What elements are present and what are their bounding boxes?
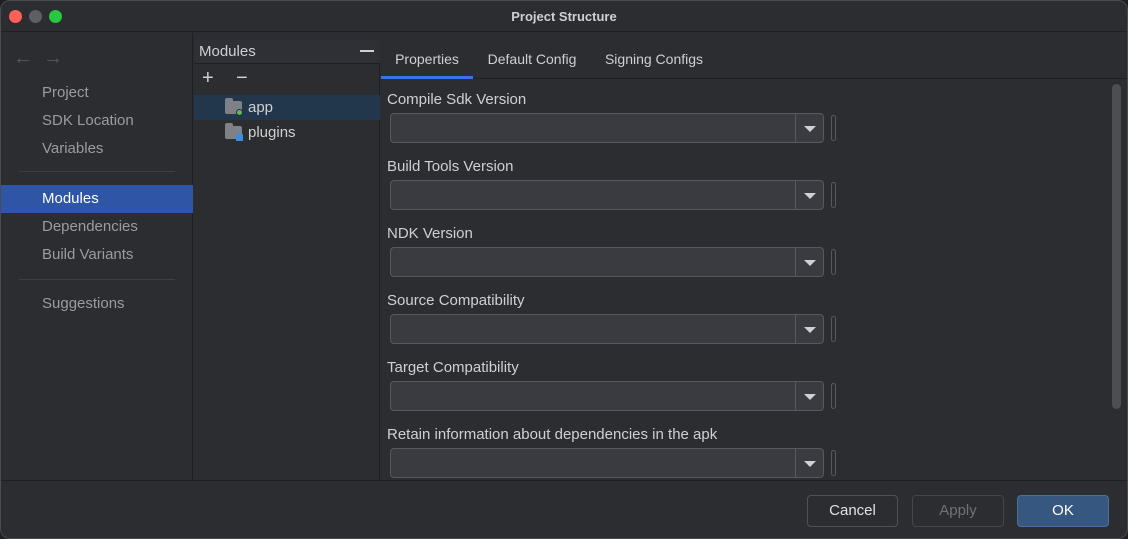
- tab-properties[interactable]: Properties: [381, 40, 473, 79]
- dialog-button-bar: Cancel Apply OK: [1, 480, 1127, 538]
- retain-deps-extra[interactable]: [831, 450, 836, 476]
- chevron-down-icon[interactable]: [795, 114, 823, 142]
- modules-panel: Modules + − app plugins: [194, 40, 380, 480]
- window-title: Project Structure: [511, 9, 617, 24]
- target-compat-extra[interactable]: [831, 383, 836, 409]
- library-badge-icon: [236, 134, 243, 141]
- collapse-icon[interactable]: [360, 50, 374, 52]
- retain-deps-label: Retain information about dependencies in…: [387, 426, 718, 443]
- forward-arrow-icon[interactable]: →: [43, 47, 73, 69]
- sidebar-item-project[interactable]: Project: [1, 79, 193, 107]
- source-compat-extra[interactable]: [831, 316, 836, 342]
- modules-header: Modules: [194, 40, 380, 64]
- module-settings: Properties Default Config Signing Config…: [381, 40, 1127, 480]
- sidebar-item-dependencies[interactable]: Dependencies: [1, 213, 193, 241]
- apply-button[interactable]: Apply: [912, 495, 1004, 527]
- compile-sdk-combo[interactable]: [390, 113, 824, 143]
- sidebar-item-sdk-location[interactable]: SDK Location: [1, 107, 193, 135]
- module-label: plugins: [248, 124, 296, 141]
- module-status-icon: [236, 109, 243, 116]
- sidebar-item-suggestions[interactable]: Suggestions: [1, 290, 193, 318]
- compile-sdk-label: Compile Sdk Version: [387, 91, 527, 108]
- sidebar-item-build-variants[interactable]: Build Variants: [1, 241, 193, 269]
- chevron-down-icon[interactable]: [795, 248, 823, 276]
- tab-signing-configs[interactable]: Signing Configs: [591, 40, 717, 79]
- module-label: app: [248, 99, 274, 116]
- target-compat-combo[interactable]: [390, 381, 824, 411]
- module-item-app[interactable]: app: [194, 95, 380, 120]
- ndk-version-label: NDK Version: [387, 225, 473, 242]
- compile-sdk-extra[interactable]: [831, 115, 836, 141]
- source-compat-combo[interactable]: [390, 314, 824, 344]
- sidebar-item-modules[interactable]: Modules: [1, 185, 193, 213]
- project-structure-dialog: Project Structure ←→ Project SDK Locatio…: [0, 0, 1128, 539]
- vertical-scrollbar[interactable]: [1112, 84, 1121, 409]
- tab-default-config[interactable]: Default Config: [473, 40, 591, 79]
- settings-sidebar: ←→ Project SDK Location Variables Module…: [1, 33, 193, 480]
- chevron-down-icon[interactable]: [795, 449, 823, 477]
- cancel-button[interactable]: Cancel: [807, 495, 898, 527]
- build-tools-combo[interactable]: [390, 180, 824, 210]
- sidebar-item-variables[interactable]: Variables: [1, 135, 193, 163]
- build-tools-extra[interactable]: [831, 182, 836, 208]
- history-nav: ←→: [13, 47, 73, 70]
- ok-button[interactable]: OK: [1017, 495, 1109, 527]
- build-tools-label: Build Tools Version: [387, 158, 514, 175]
- sidebar-divider: [19, 171, 175, 172]
- modules-toolbar: + −: [202, 67, 270, 90]
- chevron-down-icon[interactable]: [795, 181, 823, 209]
- modules-title: Modules: [199, 43, 256, 60]
- chevron-down-icon[interactable]: [795, 382, 823, 410]
- remove-module-icon[interactable]: −: [236, 67, 270, 90]
- source-compat-label: Source Compatibility: [387, 292, 525, 309]
- module-item-plugins[interactable]: plugins: [194, 120, 380, 145]
- sidebar-divider: [19, 279, 175, 280]
- ndk-version-combo[interactable]: [390, 247, 824, 277]
- title-bar: Project Structure: [1, 1, 1127, 32]
- back-arrow-icon[interactable]: ←: [13, 47, 43, 69]
- ndk-version-extra[interactable]: [831, 249, 836, 275]
- tab-bar: Properties Default Config Signing Config…: [381, 40, 1127, 79]
- retain-deps-combo[interactable]: [390, 448, 824, 478]
- add-module-icon[interactable]: +: [202, 67, 236, 90]
- chevron-down-icon[interactable]: [795, 315, 823, 343]
- target-compat-label: Target Compatibility: [387, 359, 519, 376]
